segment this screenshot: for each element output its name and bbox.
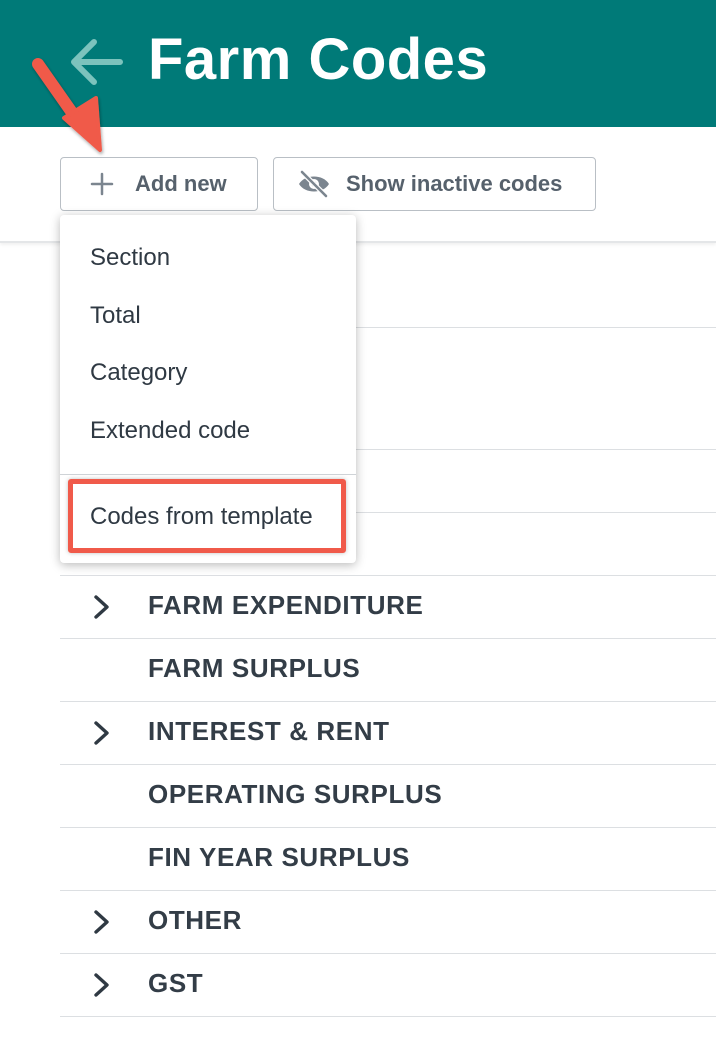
- chevron-right-icon[interactable]: [90, 972, 114, 998]
- menu-item-section[interactable]: Section: [90, 244, 170, 272]
- menu-item-codes-from-template[interactable]: Codes from template: [90, 503, 313, 531]
- code-row-gst[interactable]: GST: [60, 953, 716, 1015]
- menu-item-category[interactable]: Category: [90, 359, 187, 387]
- menu-item-total[interactable]: Total: [90, 302, 141, 330]
- plus-icon: [87, 169, 117, 199]
- code-row-label: GST: [148, 968, 204, 998]
- eye-off-icon: [296, 169, 332, 199]
- add-new-label: Add new: [135, 171, 227, 196]
- code-row-label: FARM SURPLUS: [148, 653, 361, 683]
- code-row-fin-year-surplus[interactable]: FIN YEAR SURPLUS: [60, 827, 716, 889]
- code-row-farm-expenditure[interactable]: FARM EXPENDITURE: [60, 575, 716, 637]
- code-row-label: OPERATING SURPLUS: [148, 779, 443, 809]
- code-row-operating-surplus[interactable]: OPERATING SURPLUS: [60, 764, 716, 826]
- list-divider: [60, 1016, 716, 1017]
- show-inactive-codes-label: Show inactive codes: [346, 171, 563, 196]
- code-row-interest-rent[interactable]: INTEREST & RENT: [60, 701, 716, 763]
- show-inactive-codes-button[interactable]: Show inactive codes: [273, 157, 596, 211]
- code-row-label: OTHER: [148, 905, 242, 935]
- add-new-button[interactable]: Add new: [60, 157, 258, 211]
- chevron-right-icon[interactable]: [90, 594, 114, 620]
- code-row-label: FARM EXPENDITURE: [148, 590, 424, 620]
- code-row-other[interactable]: OTHER: [60, 890, 716, 952]
- chevron-right-icon[interactable]: [90, 720, 114, 746]
- page-title: Farm Codes: [148, 27, 489, 92]
- code-row-farm-surplus[interactable]: FARM SURPLUS: [60, 638, 716, 700]
- code-row-label: INTEREST & RENT: [148, 716, 390, 746]
- chevron-right-icon[interactable]: [90, 909, 114, 935]
- menu-divider: [60, 474, 356, 475]
- code-row-label: FIN YEAR SURPLUS: [148, 842, 410, 872]
- menu-item-extended-code[interactable]: Extended code: [90, 417, 250, 445]
- annotation-arrow-icon: [32, 58, 102, 152]
